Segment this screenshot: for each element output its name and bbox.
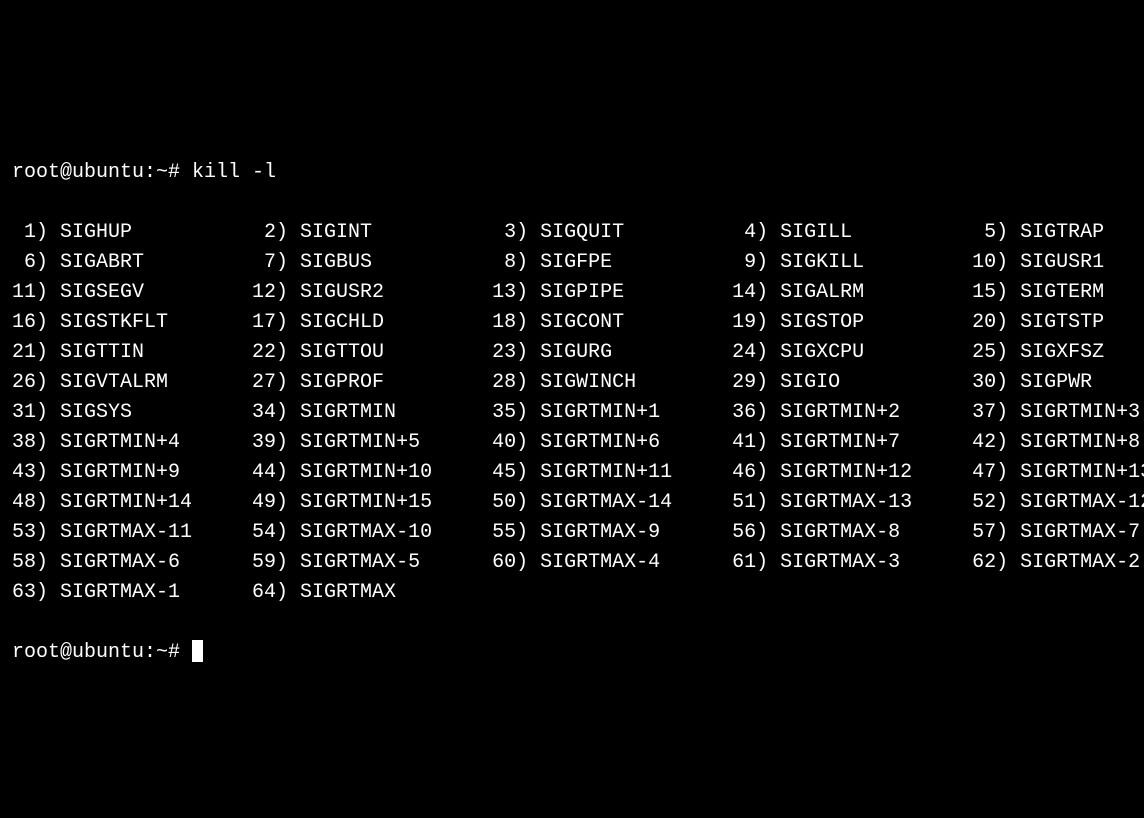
terminal-cursor[interactable] (192, 640, 203, 662)
signal-table: 1) SIGHUP 2) SIGINT 3) SIGQUIT 4) SIGILL… (12, 221, 1144, 604)
terminal-output: root@ubuntu:~# kill -l 1) SIGHUP 2) SIGI… (12, 128, 1132, 668)
command-prompt-end: root@ubuntu:~# (12, 641, 192, 664)
command-prompt-line: root@ubuntu:~# kill -l (12, 161, 276, 184)
